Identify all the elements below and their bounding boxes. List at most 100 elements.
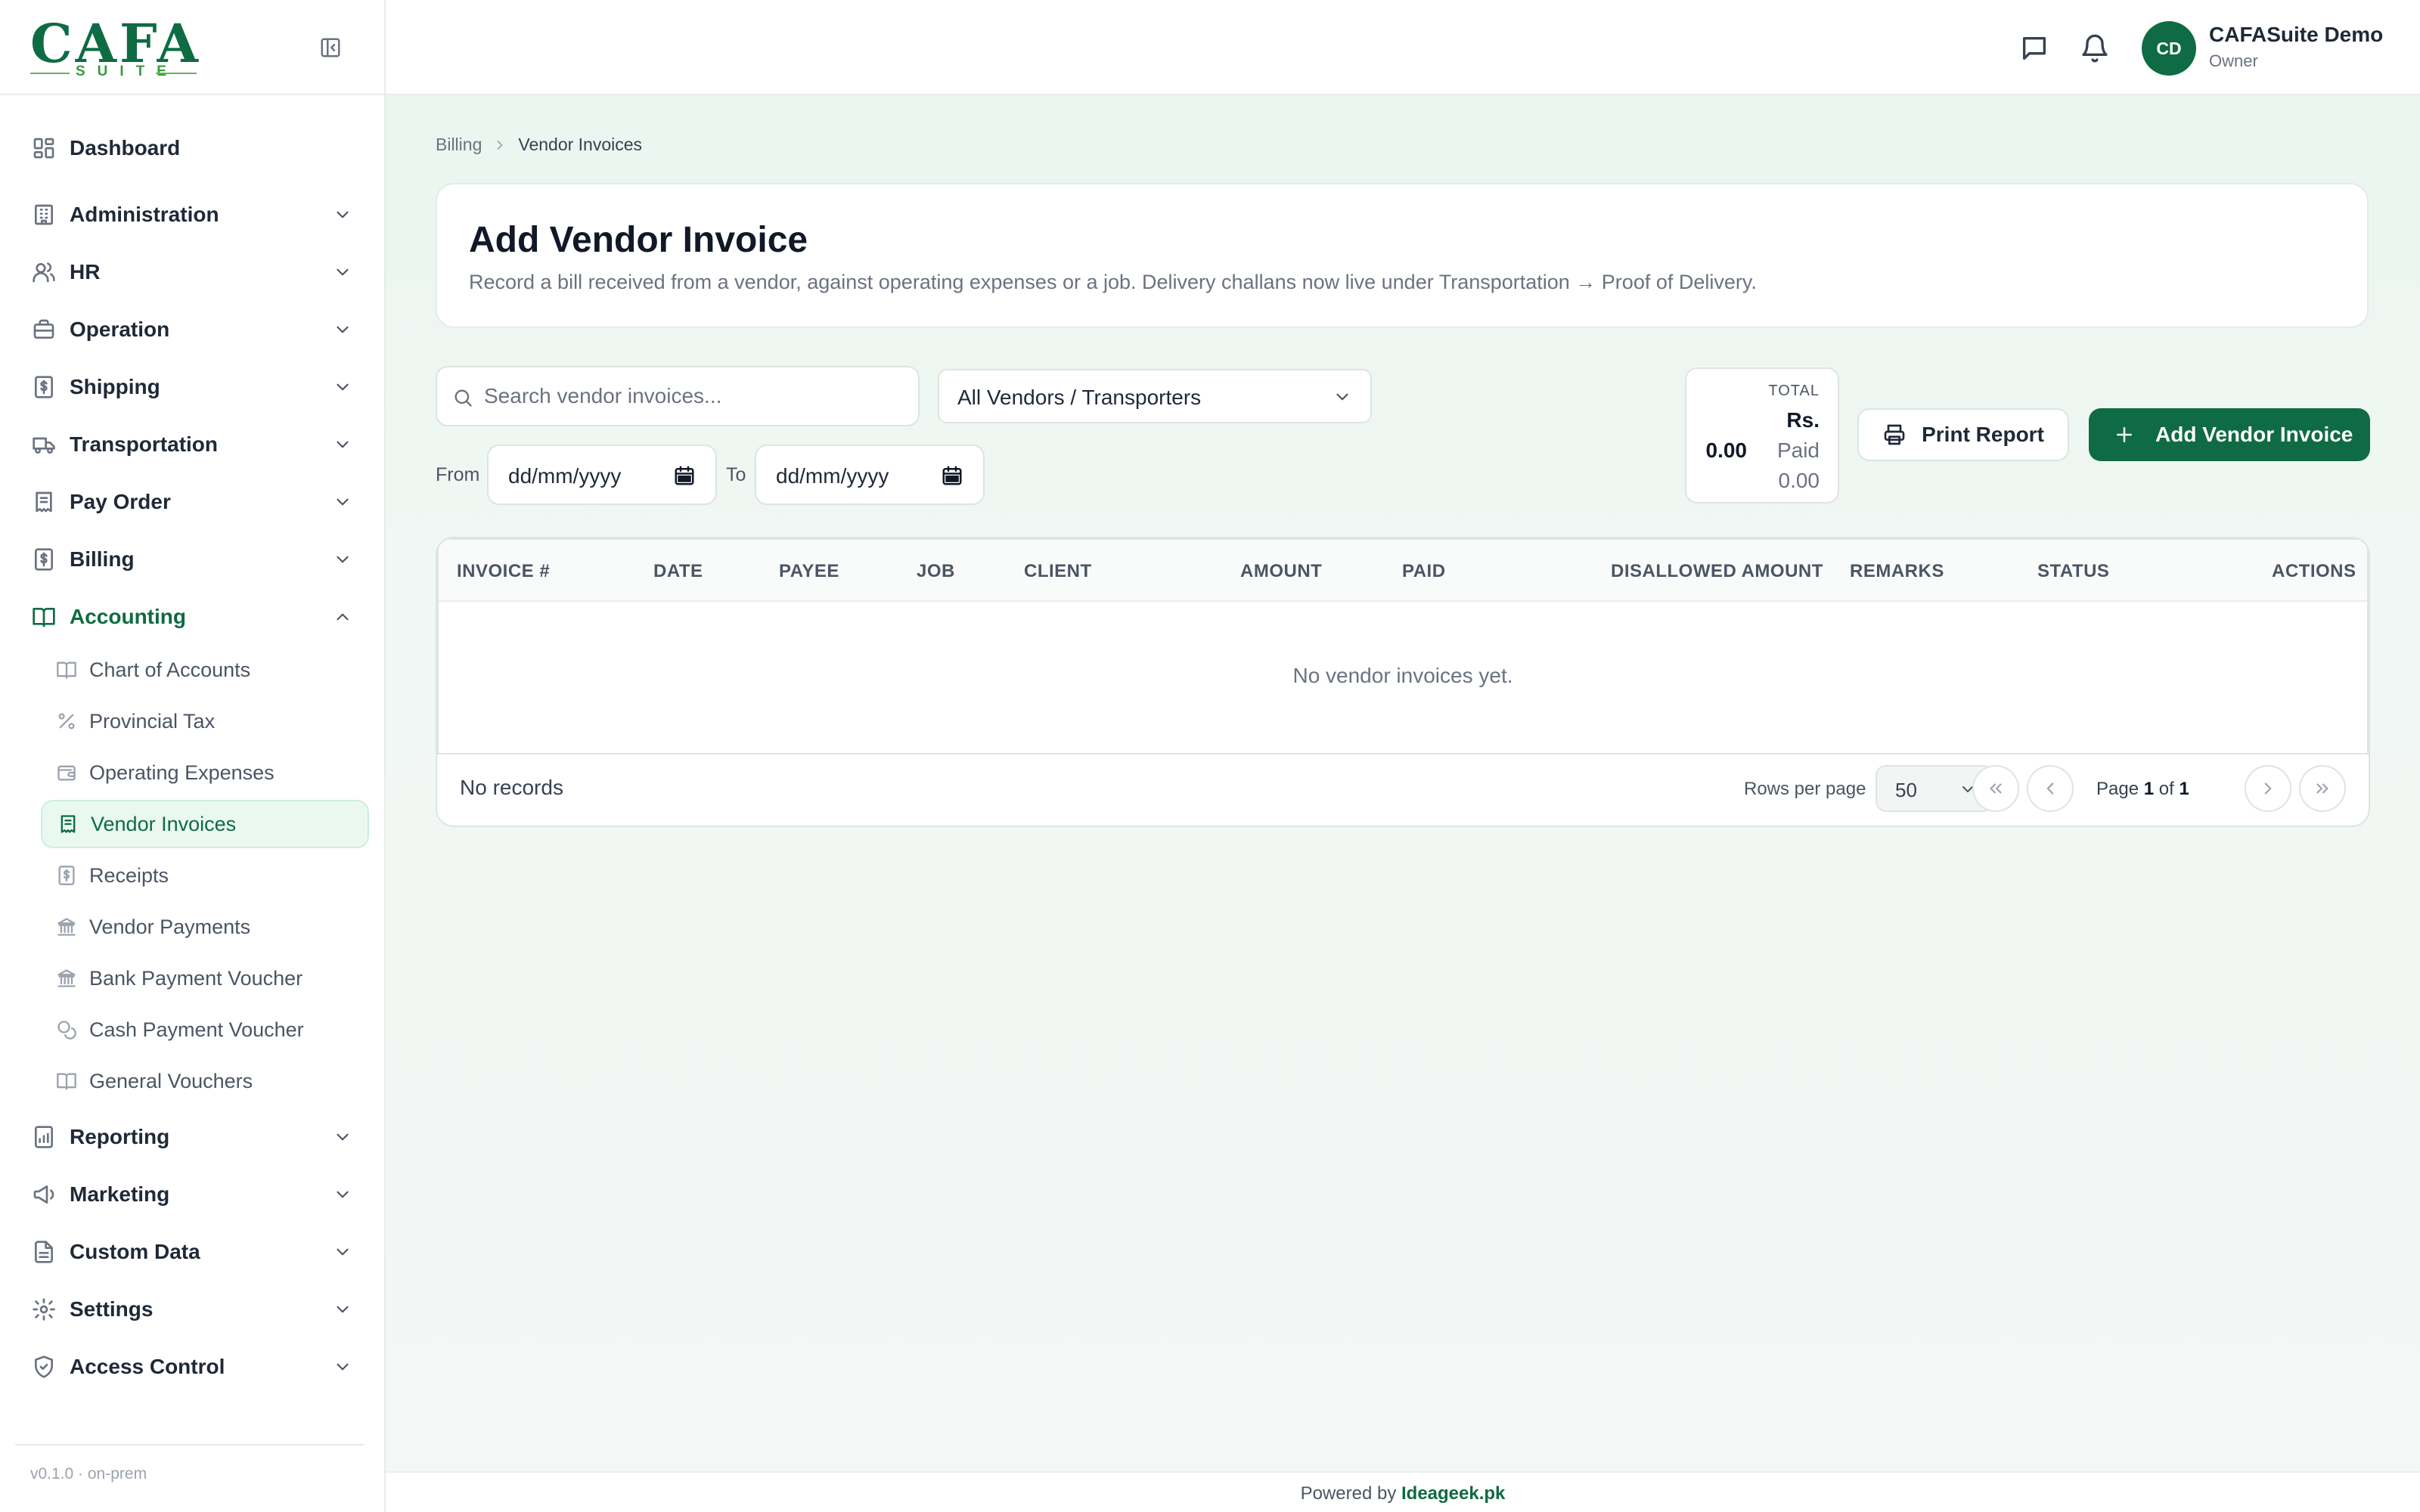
- sidebar-subitem-label: Receipts: [89, 863, 169, 887]
- sidebar-subitem-label: Operating Expenses: [89, 761, 275, 784]
- sidebar-item-hr[interactable]: HR: [27, 248, 363, 296]
- add-vendor-invoice-button[interactable]: Add Vendor Invoice: [2089, 408, 2370, 461]
- bank-icon: [57, 918, 76, 936]
- sidebar-subitem-bank-payment-voucher[interactable]: Bank Payment Voucher: [41, 954, 369, 1002]
- sidebar-item-custom-data[interactable]: Custom Data: [27, 1228, 363, 1276]
- sidebar-item-label: Billing: [70, 547, 135, 571]
- sidebar-subitem-vendor-invoices[interactable]: Vendor Invoices: [41, 800, 369, 848]
- brand-area: CAFA SUITE: [0, 0, 384, 95]
- bank-icon: [57, 969, 76, 987]
- last-page-button[interactable]: [2299, 765, 2346, 812]
- column-paid[interactable]: PAID: [1402, 561, 1446, 582]
- sidebar-subitem-label: Vendor Payments: [89, 915, 251, 938]
- book-open-icon: [33, 608, 55, 627]
- sidebar-subitem-cash-payment-voucher[interactable]: Cash Payment Voucher: [41, 1005, 369, 1054]
- from-date-placeholder: dd/mm/yyyy: [508, 464, 622, 488]
- rows-per-page-value: 50: [1895, 779, 1917, 801]
- sidebar-item-accounting[interactable]: Accounting: [27, 593, 363, 641]
- previous-page-button[interactable]: [2027, 765, 2074, 812]
- sidebar-item-billing[interactable]: Billing: [27, 535, 363, 584]
- sidebar-item-label: Administration: [70, 203, 219, 226]
- page-description: Record a bill received from a vendor, ag…: [469, 271, 1757, 293]
- sidebar-collapse-icon[interactable]: [319, 36, 342, 59]
- avatar[interactable]: CD: [2142, 21, 2196, 76]
- total-currency: Rs.: [1786, 408, 1820, 432]
- messages-icon[interactable]: [2019, 33, 2049, 64]
- column-amount[interactable]: AMOUNT: [1240, 561, 1322, 582]
- sidebar-subitem-receipts[interactable]: Receipts: [41, 851, 369, 900]
- search-input[interactable]: [484, 367, 908, 425]
- total-amount: 0.00: [1705, 438, 1748, 462]
- sidebar-item-label: Settings: [70, 1297, 154, 1321]
- page-title: Add Vendor Invoice: [469, 220, 808, 260]
- page-of: of: [2158, 779, 2174, 799]
- column-job[interactable]: JOB: [917, 561, 955, 582]
- add-vendor-invoice-label: Add Vendor Invoice: [2155, 423, 2353, 446]
- top-bar: CD CAFASuite Demo Owner: [386, 0, 2420, 95]
- sidebar: CAFA SUITE Dashboard Administration HR O…: [0, 0, 386, 1512]
- sidebar-subitem-provincial-tax[interactable]: Provincial Tax: [41, 697, 369, 745]
- first-page-button[interactable]: [1972, 765, 2019, 812]
- column-status[interactable]: STATUS: [2037, 561, 2109, 582]
- column-disallowed-amount[interactable]: DISALLOWED AMOUNT: [1611, 561, 1823, 582]
- chevron-up-icon: [337, 613, 349, 621]
- sidebar-item-marketing[interactable]: Marketing: [27, 1170, 363, 1219]
- document-icon: [35, 1241, 53, 1263]
- logo-line-left: [30, 73, 70, 74]
- megaphone-icon: [33, 1185, 54, 1204]
- chevron-right-icon: [2264, 782, 2272, 795]
- to-label: To: [726, 464, 746, 485]
- chevron-down-icon: [337, 268, 349, 276]
- sidebar-item-settings[interactable]: Settings: [27, 1285, 363, 1334]
- chevron-down-icon: [337, 211, 349, 218]
- plus-icon: [2117, 427, 2132, 442]
- sidebar-item-administration[interactable]: Administration: [27, 191, 363, 239]
- chevron-down-icon: [337, 383, 349, 391]
- sidebar-item-access-control[interactable]: Access Control: [27, 1343, 363, 1391]
- column-date[interactable]: DATE: [653, 561, 703, 582]
- sidebar-item-shipping[interactable]: Shipping: [27, 363, 363, 411]
- from-date-input[interactable]: dd/mm/yyyy: [487, 445, 717, 505]
- chevron-right-icon: [498, 140, 503, 150]
- column-remarks[interactable]: REMARKS: [1850, 561, 1944, 582]
- search-icon: [455, 389, 472, 407]
- sidebar-item-label: Operation: [70, 318, 170, 341]
- chart-doc-icon: [35, 1126, 53, 1148]
- sidebar-item-label: HR: [70, 260, 101, 284]
- sidebar-item-transportation[interactable]: Transportation: [27, 420, 363, 469]
- breadcrumb-current: Vendor Invoices: [518, 135, 643, 154]
- vendor-select[interactable]: All Vendors / Transporters: [938, 369, 1372, 423]
- calendar-icon[interactable]: [673, 464, 696, 487]
- search-box: [436, 366, 920, 426]
- to-date-input[interactable]: dd/mm/yyyy: [755, 445, 985, 505]
- sidebar-item-reporting[interactable]: Reporting: [27, 1113, 363, 1161]
- calendar-icon[interactable]: [941, 464, 963, 487]
- user-name[interactable]: CAFASuite Demo: [2209, 23, 2383, 47]
- footer-brand-link[interactable]: Ideageek.pk: [1401, 1483, 1505, 1504]
- chevron-down-icon: [337, 1248, 349, 1256]
- bell-icon[interactable]: [2080, 33, 2110, 64]
- breadcrumb-billing[interactable]: Billing: [436, 135, 482, 155]
- cafa-suite-logo[interactable]: CAFA SUITE: [30, 17, 198, 80]
- sidebar-item-dashboard[interactable]: Dashboard: [27, 124, 363, 172]
- chevrons-left-icon: [1990, 783, 2002, 794]
- shield-icon: [35, 1356, 53, 1378]
- next-page-button[interactable]: [2245, 765, 2291, 812]
- sidebar-subitem-chart-of-accounts[interactable]: Chart of Accounts: [41, 646, 369, 694]
- sidebar-item-label: Shipping: [70, 375, 160, 398]
- print-report-button[interactable]: Print Report: [1857, 408, 2069, 461]
- column-client[interactable]: CLIENT: [1024, 561, 1092, 582]
- sidebar-subitem-label: General Vouchers: [89, 1069, 253, 1092]
- sidebar-item-operation[interactable]: Operation: [27, 305, 363, 354]
- sidebar-subitem-label: Cash Payment Voucher: [89, 1018, 304, 1041]
- sidebar-subitem-general-vouchers[interactable]: General Vouchers: [41, 1057, 369, 1105]
- sidebar-subitem-operating-expenses[interactable]: Operating Expenses: [41, 748, 369, 797]
- page-footer: Powered by Ideageek.pk: [386, 1471, 2420, 1512]
- chevron-down-icon: [337, 1363, 349, 1371]
- column-payee[interactable]: PAYEE: [779, 561, 839, 582]
- sidebar-subitem-vendor-payments[interactable]: Vendor Payments: [41, 903, 369, 951]
- column-invoice-number[interactable]: INVOICE #: [457, 561, 550, 582]
- page-indicator: Page 1 of 1: [2096, 779, 2189, 800]
- sidebar-item-label: Marketing: [70, 1182, 170, 1206]
- sidebar-item-pay-order[interactable]: Pay Order: [27, 478, 363, 526]
